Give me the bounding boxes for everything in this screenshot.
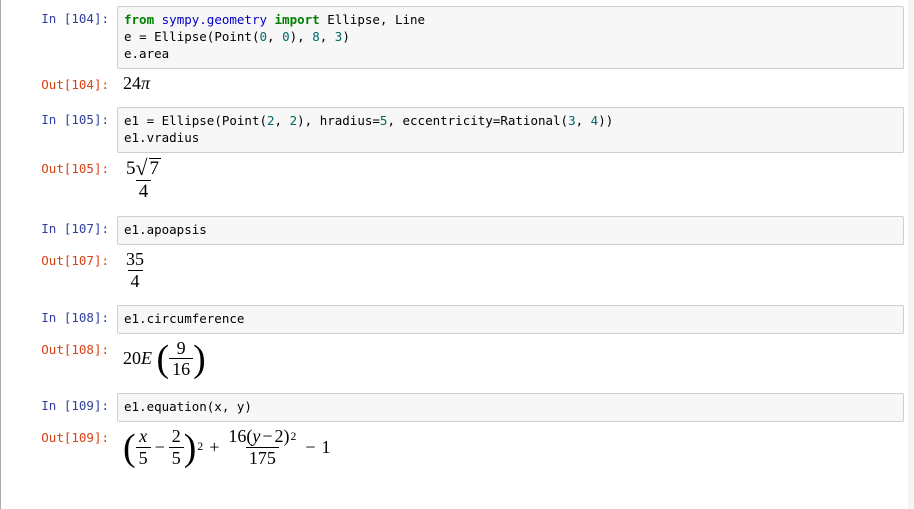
output-cell: Out[107]: 35 4 bbox=[7, 248, 914, 295]
out-prompt: Out[107]: bbox=[7, 248, 117, 274]
code-cell: In [108]: e1.circumference bbox=[7, 305, 914, 334]
out-prompt: Out[105]: bbox=[7, 156, 117, 182]
lparen-icon: ( bbox=[123, 431, 136, 465]
code-text[interactable]: e1.equation(x, y) bbox=[124, 399, 897, 416]
arg-den: 16 bbox=[169, 358, 193, 379]
coef: 24 bbox=[123, 74, 141, 94]
minus: − bbox=[151, 438, 169, 458]
code-cell: In [105]: e1 = Ellipse(Point(2, 2), hrad… bbox=[7, 107, 914, 153]
notebook-container: In [104]: from sympy.geometry import Ell… bbox=[0, 0, 914, 509]
minus2: − bbox=[260, 427, 274, 446]
fn: E bbox=[141, 349, 152, 369]
shift: 2 bbox=[275, 427, 284, 446]
output-cell: Out[109]: ( x 5 − 2 5 ) 2 + 16(y−2)2 bbox=[7, 425, 914, 472]
minus3: − bbox=[299, 438, 321, 458]
code-cell: In [104]: from sympy.geometry import Ell… bbox=[7, 6, 914, 69]
code-input[interactable]: e1.apoapsis bbox=[117, 216, 904, 245]
numerator: 35 bbox=[123, 250, 147, 270]
in-prompt: In [108]: bbox=[7, 305, 117, 331]
power: 2 bbox=[196, 441, 203, 454]
code-text[interactable]: e1 = Ellipse(Point(2, 2), hradius=5, ecc… bbox=[124, 113, 897, 147]
var-x: x bbox=[136, 427, 150, 447]
power2: 2 bbox=[290, 431, 297, 443]
plus: + bbox=[203, 438, 225, 458]
var-y: y bbox=[252, 427, 260, 446]
output-math: 35 4 bbox=[117, 248, 914, 295]
rparen-icon: ) bbox=[193, 342, 206, 376]
code-cell: In [109]: e1.equation(x, y) bbox=[7, 393, 914, 422]
output-math: 24π bbox=[117, 72, 914, 98]
sqrt-icon: √7 bbox=[136, 158, 162, 179]
code-input[interactable]: e1 = Ellipse(Point(2, 2), hradius=5, ecc… bbox=[117, 107, 904, 153]
in-prompt: In [105]: bbox=[7, 107, 117, 133]
coef16: 16 bbox=[228, 427, 246, 446]
output-math: 5 √7 4 bbox=[117, 156, 914, 206]
code-text[interactable]: e1.circumference bbox=[124, 311, 897, 328]
den-5: 5 bbox=[136, 447, 151, 468]
output-math: ( x 5 − 2 5 ) 2 + 16(y−2)2 175 bbox=[117, 425, 914, 472]
den175: 175 bbox=[246, 447, 279, 468]
cden: 5 bbox=[169, 447, 184, 468]
pi-symbol: π bbox=[141, 74, 150, 94]
denominator: 4 bbox=[128, 270, 143, 291]
code-input[interactable]: from sympy.geometry import Ellipse, Line… bbox=[117, 6, 904, 69]
code-cell: In [107]: e1.apoapsis bbox=[7, 216, 914, 245]
code-text[interactable]: e1.apoapsis bbox=[124, 222, 897, 239]
in-prompt: In [104]: bbox=[7, 6, 117, 32]
code-input[interactable]: e1.circumference bbox=[117, 305, 904, 334]
coef: 5 bbox=[126, 159, 136, 179]
output-cell: Out[105]: 5 √7 4 bbox=[7, 156, 914, 206]
code-input[interactable]: e1.equation(x, y) bbox=[117, 393, 904, 422]
cnum: 2 bbox=[169, 427, 184, 447]
denominator: 4 bbox=[136, 180, 152, 202]
arg-num: 9 bbox=[174, 339, 189, 359]
rparen-icon: ) bbox=[184, 431, 197, 465]
out-prompt: Out[104]: bbox=[7, 72, 117, 98]
out-prompt: Out[108]: bbox=[7, 337, 117, 363]
code-text[interactable]: from sympy.geometry import Ellipse, Line… bbox=[124, 12, 897, 63]
in-prompt: In [107]: bbox=[7, 216, 117, 242]
lparen-icon: ( bbox=[157, 342, 170, 376]
output-math: 20E ( 9 16 ) bbox=[117, 337, 914, 384]
tail-one: 1 bbox=[322, 438, 331, 458]
output-cell: Out[104]: 24π bbox=[7, 72, 914, 98]
radicand: 7 bbox=[150, 159, 160, 179]
in-prompt: In [109]: bbox=[7, 393, 117, 419]
coef: 20 bbox=[123, 349, 141, 369]
out-prompt: Out[109]: bbox=[7, 425, 117, 451]
output-cell: Out[108]: 20E ( 9 16 ) bbox=[7, 337, 914, 384]
